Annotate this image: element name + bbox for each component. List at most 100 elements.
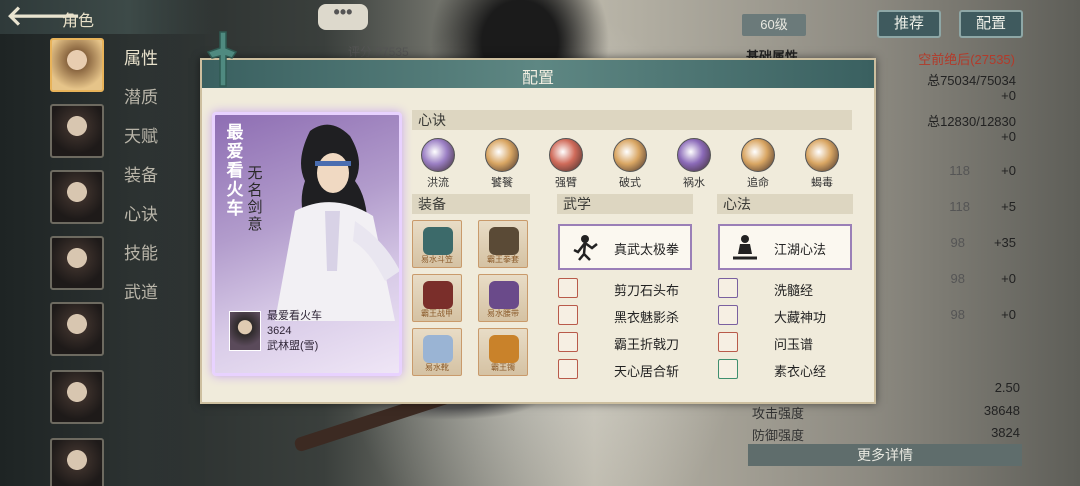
back-button[interactable]: 🡐 bbox=[6, 2, 81, 31]
config-modal: 配置 最爱看火车 无名剑意 最爱看火车 3624 武林盟(雪) 心诀 装备 武学… bbox=[200, 31, 876, 404]
equipment-slot[interactable]: 霸王拳套 bbox=[478, 220, 528, 268]
character-avatar[interactable] bbox=[50, 170, 104, 224]
xinjue-item[interactable]: 蝎毒 bbox=[792, 138, 852, 192]
equipment-label: 易水斗笠 bbox=[421, 255, 453, 264]
skill-icon bbox=[558, 305, 578, 325]
xinjue-section-header: 心诀 bbox=[412, 110, 852, 130]
character-avatar[interactable] bbox=[50, 302, 104, 356]
skill-row[interactable]: 天心居合斩 bbox=[558, 359, 692, 381]
skill-row[interactable]: 黑衣魅影杀 bbox=[558, 305, 692, 327]
attr-bonus: +35 bbox=[993, 235, 1016, 250]
meditation-icon bbox=[733, 235, 757, 260]
skill-row[interactable]: 问玉谱 bbox=[718, 332, 852, 354]
chat-bubble-button[interactable]: ••• bbox=[318, 3, 368, 30]
skill-row[interactable]: 霸王折戟刀 bbox=[558, 332, 692, 354]
xinjue-item[interactable]: 洪流 bbox=[408, 138, 468, 192]
stat-value: +0 bbox=[1001, 88, 1016, 103]
equipment-label: 霸王拳套 bbox=[487, 255, 519, 264]
attr-bonus: +5 bbox=[1001, 199, 1016, 214]
xinjue-label: 追命 bbox=[747, 177, 769, 189]
sidebar-item-xinjue[interactable]: 心诀 bbox=[124, 200, 158, 225]
character-avatar[interactable] bbox=[50, 370, 104, 424]
water-icon bbox=[677, 138, 711, 172]
config-button[interactable]: 配置 bbox=[959, 10, 1023, 38]
main-martial-art-name: 真武太极拳 bbox=[614, 242, 680, 257]
player-avatar bbox=[229, 311, 261, 351]
attr-number: 118 bbox=[949, 199, 970, 214]
fist-icon bbox=[549, 138, 583, 172]
sidebar-item-talent[interactable]: 天赋 bbox=[124, 122, 158, 147]
card-title-vertical: 最爱看火车 bbox=[226, 123, 244, 218]
skill-icon bbox=[718, 278, 738, 298]
xinjue-label: 破式 bbox=[619, 177, 641, 189]
equipment-slot[interactable]: 易水腰带 bbox=[478, 274, 528, 322]
bracelet-icon bbox=[489, 335, 519, 363]
chase-icon bbox=[741, 138, 775, 172]
skill-icon bbox=[718, 359, 738, 379]
skill-name: 问玉谱 bbox=[774, 337, 814, 352]
scorpion-icon bbox=[805, 138, 839, 172]
attr-bonus: +0 bbox=[1001, 307, 1016, 322]
equipment-label: 霸王战甲 bbox=[421, 309, 453, 318]
sidebar-item-skills[interactable]: 技能 bbox=[124, 239, 158, 264]
armor-icon bbox=[423, 281, 453, 309]
beast-icon bbox=[485, 138, 519, 172]
sidebar-item-potential[interactable]: 潜质 bbox=[124, 83, 158, 108]
attr-number: 98 bbox=[950, 235, 965, 250]
character-card[interactable]: 最爱看火车 无名剑意 最爱看火车 3624 武林盟(雪) bbox=[212, 112, 402, 376]
xinjue-label: 饕餮 bbox=[491, 177, 513, 189]
skill-icon bbox=[558, 332, 578, 352]
stat-value: 总75034/75034 bbox=[927, 73, 1016, 88]
attr-number: 118 bbox=[949, 163, 970, 178]
more-details-button[interactable]: 更多详情 bbox=[748, 444, 1022, 466]
character-avatar[interactable] bbox=[50, 38, 104, 92]
xinjue-item[interactable]: 追命 bbox=[728, 138, 788, 192]
xinjue-label: 祸水 bbox=[683, 177, 705, 189]
sidebar: 属性 潜质 天赋 装备 心诀 技能 武道 bbox=[0, 34, 205, 486]
equipment-slot[interactable]: 霸王镯 bbox=[478, 328, 528, 376]
equipment-slot[interactable]: 霸王战甲 bbox=[412, 274, 462, 322]
main-martial-art[interactable]: 真武太极拳 bbox=[558, 224, 692, 270]
modal-header: 配置 bbox=[202, 60, 874, 88]
skill-icon bbox=[718, 305, 738, 325]
equipment-slot[interactable]: 易水靴 bbox=[412, 328, 462, 376]
skill-name: 霸王折戟刀 bbox=[614, 337, 680, 352]
swirl-icon bbox=[421, 138, 455, 172]
recommend-button[interactable]: 推荐 bbox=[877, 10, 941, 38]
sidebar-item-equipment[interactable]: 装备 bbox=[124, 161, 158, 186]
skill-row[interactable]: 洗髓经 bbox=[718, 278, 852, 300]
xinjue-item[interactable]: 饕餮 bbox=[472, 138, 532, 192]
xinjue-item[interactable]: 破式 bbox=[600, 138, 660, 192]
skill-row[interactable]: 剪刀石头布 bbox=[558, 278, 692, 300]
top-bar: 🡐 角色 bbox=[0, 0, 215, 34]
skill-name: 天心居合斩 bbox=[614, 364, 680, 379]
player-guild: 武林盟(雪) bbox=[267, 340, 319, 352]
attr-bonus: +0 bbox=[1001, 163, 1016, 178]
character-avatar[interactable] bbox=[50, 236, 104, 290]
character-avatar[interactable] bbox=[50, 438, 104, 486]
attr-number: 98 bbox=[950, 271, 965, 286]
main-mental-method[interactable]: 江湖心法 bbox=[718, 224, 852, 270]
xinjue-item[interactable]: 祸水 bbox=[664, 138, 724, 192]
attr-number: 98 bbox=[950, 307, 965, 322]
skill-name: 黑衣魅影杀 bbox=[614, 310, 680, 325]
equipment-slot[interactable]: 易水斗笠 bbox=[412, 220, 462, 268]
stat-label: 防御强度 bbox=[752, 428, 805, 443]
skill-icon bbox=[558, 359, 578, 379]
character-avatar[interactable] bbox=[50, 104, 104, 158]
strike-icon bbox=[613, 138, 647, 172]
sidebar-item-attributes[interactable]: 属性 bbox=[124, 44, 158, 69]
stat-value: 38648 bbox=[983, 403, 1020, 418]
skill-row[interactable]: 大藏神功 bbox=[718, 305, 852, 327]
player-name: 最爱看火车 bbox=[267, 310, 322, 322]
stat-value: +0 bbox=[1001, 129, 1016, 144]
skill-icon bbox=[718, 332, 738, 352]
player-info: 最爱看火车 3624 武林盟(雪) bbox=[267, 309, 322, 354]
jade-ornament-icon bbox=[206, 31, 238, 87]
equipment-label: 霸王镯 bbox=[491, 363, 515, 372]
sidebar-item-martial-way[interactable]: 武道 bbox=[124, 278, 158, 303]
skill-row[interactable]: 素衣心经 bbox=[718, 359, 852, 381]
stat-value: 2.50 bbox=[994, 380, 1020, 395]
xinjue-item[interactable]: 强臂 bbox=[536, 138, 596, 192]
skill-name: 大藏神功 bbox=[774, 310, 827, 325]
